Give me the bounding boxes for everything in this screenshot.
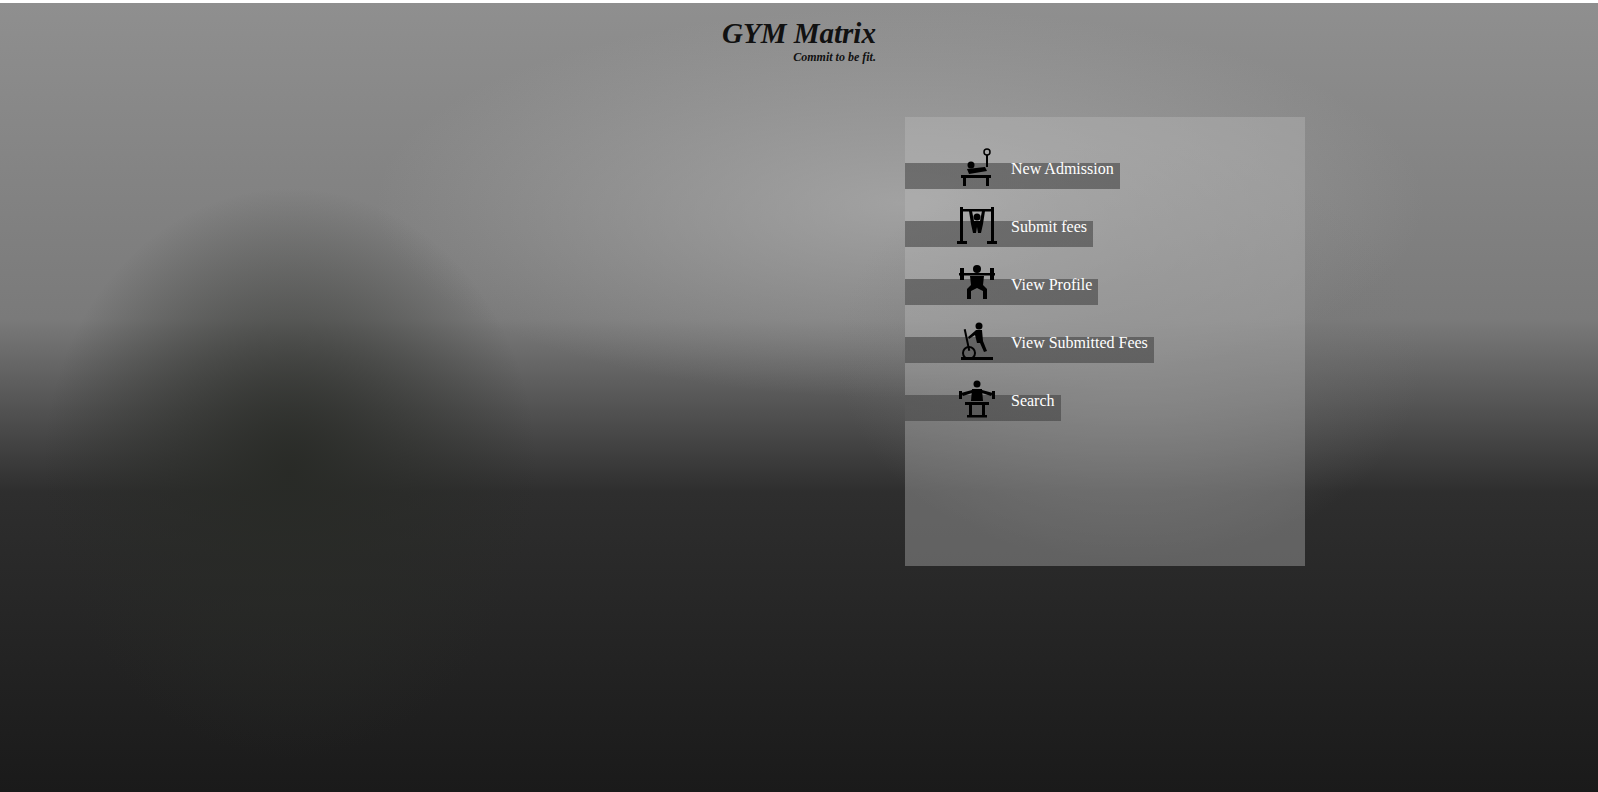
page: GYM MatrixCommit to be fit. New Admission… xyxy=(0,0,1598,792)
menu-label: Search xyxy=(1011,393,1055,421)
elliptical-icon xyxy=(957,321,997,361)
brand: GYM MatrixCommit to be fit. xyxy=(722,17,876,65)
menu-label: New Admission xyxy=(1011,161,1114,189)
menu-item[interactable]: View Profile xyxy=(905,263,1098,305)
seated-row-icon xyxy=(957,379,997,419)
menu-item[interactable]: New Admission xyxy=(905,147,1120,189)
pull-up-icon xyxy=(957,205,997,245)
menu-panel: New Admission Submit fees View Profile View… xyxy=(905,117,1305,566)
tagline: Commit to be fit. xyxy=(793,50,876,65)
menu-item[interactable]: Search xyxy=(905,379,1061,421)
header: GYM MatrixCommit to be fit. xyxy=(0,3,1598,65)
menu-label: View Profile xyxy=(1011,277,1092,305)
bench-press-icon xyxy=(957,147,997,187)
menu-label: Submit fees xyxy=(1011,219,1087,247)
menu-item[interactable]: View Submitted Fees xyxy=(905,321,1154,363)
squat-icon xyxy=(957,263,997,303)
menu-item[interactable]: Submit fees xyxy=(905,205,1093,247)
menu-label: View Submitted Fees xyxy=(1011,335,1148,363)
site-title: GYM Matrix xyxy=(722,17,876,50)
